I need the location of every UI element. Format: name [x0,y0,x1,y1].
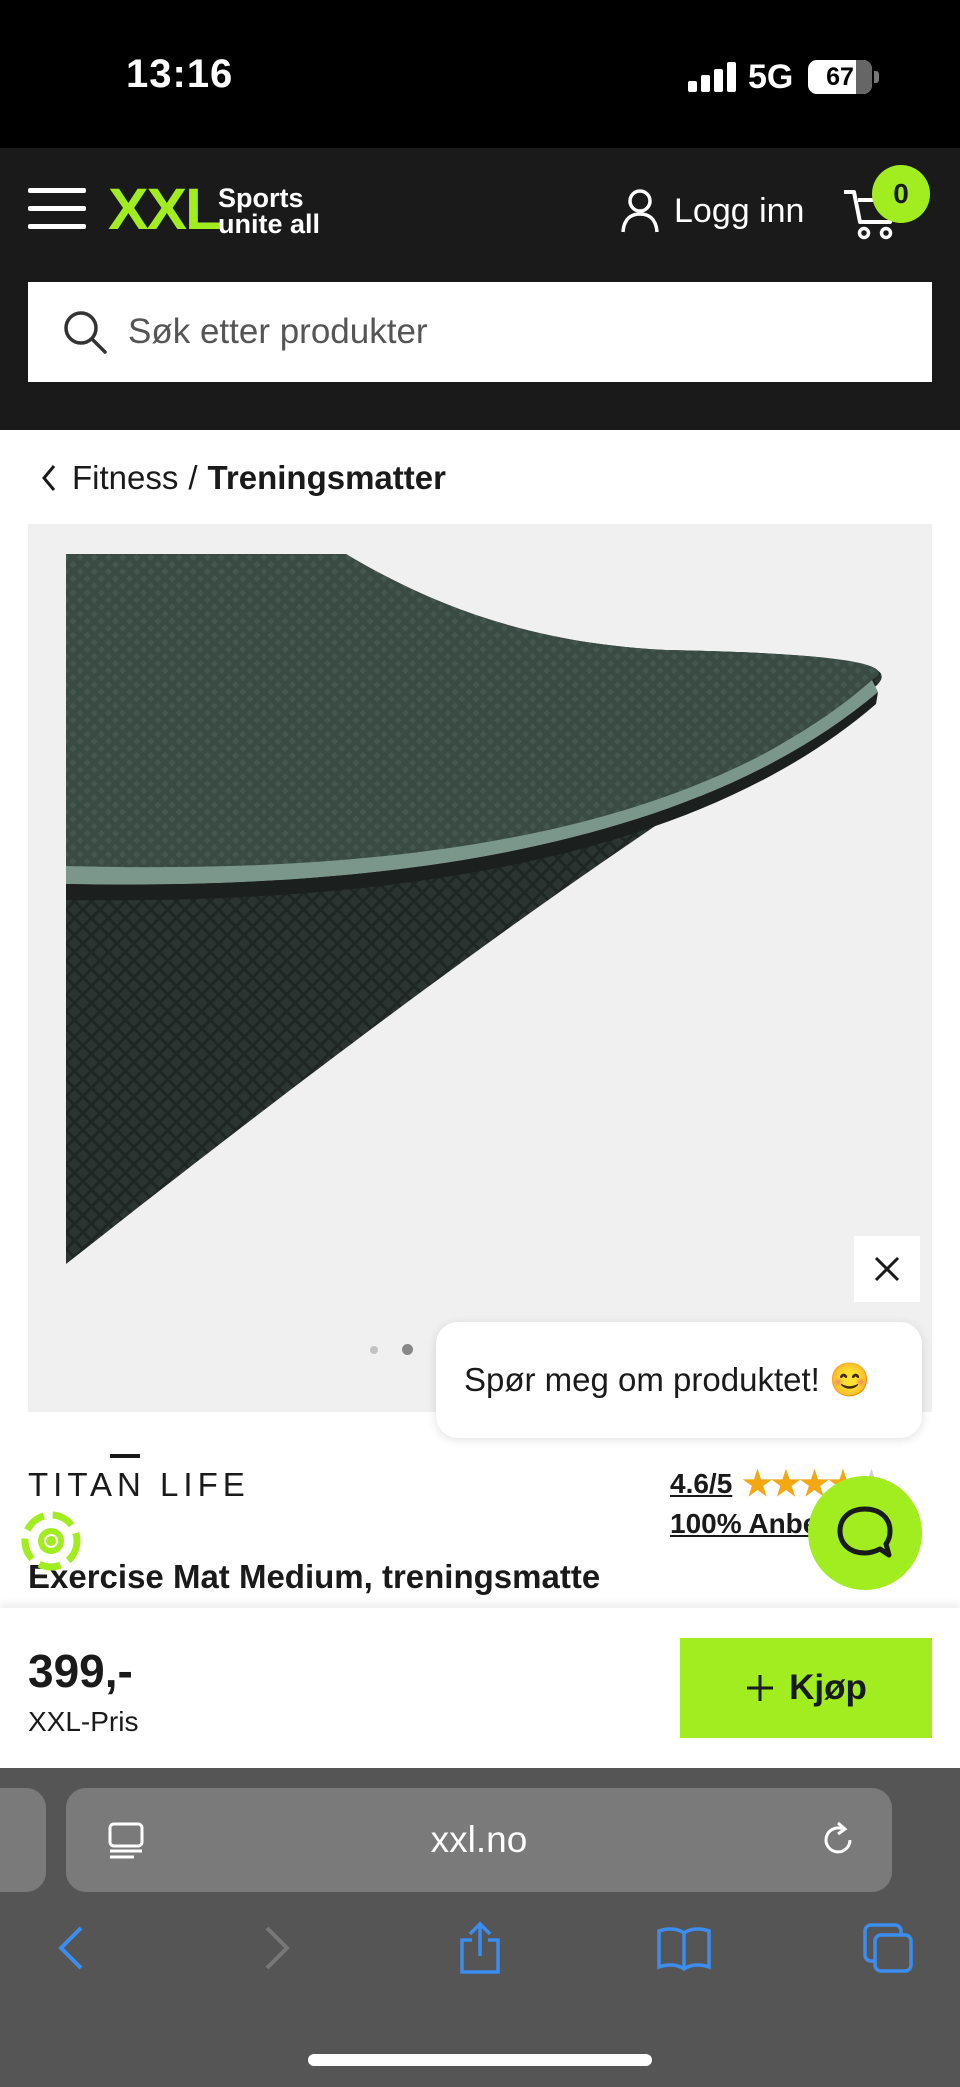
reload-icon[interactable] [818,1820,858,1860]
forward-button[interactable] [248,1918,308,1978]
brand-logo-text: TITAN LIFE [28,1466,248,1503]
browser-chrome: xxl.no [0,1768,960,2087]
status-bar: 13:16 5G 67 [0,0,960,148]
chat-close-button[interactable] [854,1236,920,1302]
logo-tagline-line-2: unite all [218,209,321,239]
battery-nub [874,71,879,83]
user-icon [621,189,659,233]
buy-button[interactable]: Kjøp [680,1638,932,1738]
close-icon [874,1256,900,1282]
breadcrumb: Fitness / Treningsmatter [40,456,446,500]
breadcrumb-parent: Fitness [72,459,179,496]
book-icon [657,1927,711,1971]
buy-label: Kjøp [789,1668,867,1707]
share-button[interactable] [450,1918,510,1978]
star-icon: ★ [770,1465,802,1503]
page: 13:16 5G 67 XXL Sports unite all Logg in… [0,0,960,2087]
previous-tab-peek[interactable] [0,1788,46,1892]
search-bar[interactable] [28,282,932,382]
carousel-dot[interactable] [370,1345,378,1354]
login-button[interactable]: Logg inn [620,186,804,236]
chat-prompt-bubble[interactable]: Spør meg om produktet! 😊 [436,1322,922,1438]
logo-wordmark: XXL [108,177,222,242]
product-title: Exercise Mat Medium, treningsmatte [28,1558,601,1595]
home-indicator [308,2054,652,2066]
chevron-left-icon [42,465,56,491]
chevron-left-icon [58,1926,83,1970]
search-icon [64,311,107,354]
tabs-icon [863,1923,913,1973]
cookie-consent-icon[interactable] [18,1508,84,1574]
breadcrumb-parent-link[interactable]: Fitness [40,459,178,497]
breadcrumb-separator: / [188,459,198,496]
back-button[interactable] [40,1918,100,1978]
battery-level: 67 [826,63,854,91]
product-gallery[interactable] [28,524,932,1412]
status-time: 13:16 [126,52,234,96]
price-label: XXL-Pris [28,1706,139,1737]
share-icon [460,1921,500,1974]
signal-icon [688,62,736,92]
carousel-dots [370,1344,413,1355]
battery-icon: 67 [808,60,872,94]
chat-open-button[interactable] [808,1476,922,1590]
breadcrumb-current[interactable]: Treningsmatter [208,459,446,497]
site-header: XXL Sports unite all Logg inn 0 [0,148,960,430]
url-bar[interactable]: xxl.no [66,1788,892,1892]
chevron-right-icon [265,1926,290,1970]
cart-count-badge: 0 [872,165,930,223]
bookmarks-button[interactable] [654,1918,714,1978]
page-menu-icon[interactable] [106,1820,146,1860]
menu-button[interactable] [28,188,86,230]
network-label: 5G [748,58,794,96]
plus-icon [747,1675,774,1701]
logo-tagline-line-1: Sports [218,183,304,213]
star-icon: ★ [742,1465,773,1503]
logo-tagline: Sports unite all [218,183,321,239]
product-image [66,554,882,1264]
recommend-link[interactable]: 100% Anbefaler [670,1508,810,1540]
login-label: Logg inn [674,191,805,230]
chat-icon [837,1506,893,1558]
buy-bar: 399,- XXL-Pris Kjøp [0,1608,960,1768]
price: 399,- [28,1645,133,1697]
search-input[interactable] [128,312,888,352]
carousel-dot-active[interactable] [402,1344,413,1355]
rating-score[interactable]: 4.6/5 [670,1468,732,1500]
tabs-button[interactable] [858,1918,918,1978]
url-text: xxl.no [430,1819,528,1860]
